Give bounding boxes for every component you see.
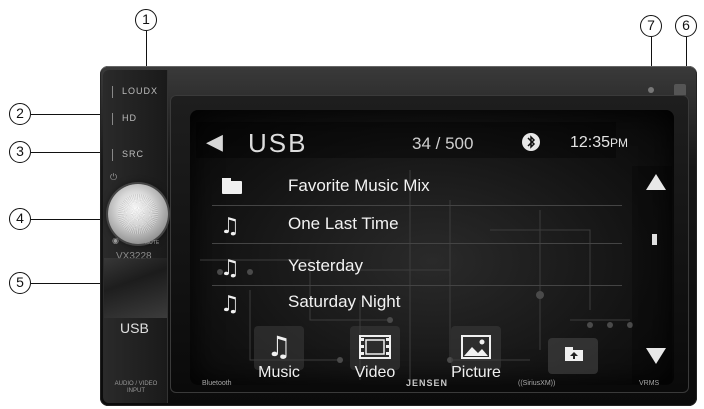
track-counter: 34 / 500 (412, 134, 474, 153)
loudness-button[interactable]: LOUDX (108, 78, 160, 108)
source-title: USB (248, 128, 308, 158)
list-item-label: Saturday Night (288, 292, 401, 311)
bluetooth-logo: Bluetooth (202, 380, 232, 387)
hd-button[interactable]: HD (108, 105, 160, 135)
mute-label: MUTE (145, 240, 160, 246)
list-item[interactable]: ♫ One Last Time (212, 206, 622, 244)
home-folder-icon (565, 347, 583, 361)
knob-dot-icon: ◉ (112, 236, 119, 245)
film-icon (359, 335, 391, 359)
back-arrow-icon[interactable]: ◀ (206, 130, 223, 155)
scroll-down-icon[interactable] (646, 348, 666, 364)
siriusxm-logo: ((SiriusXM)) (518, 380, 556, 387)
bluetooth-icon (522, 133, 540, 151)
callout-3: 3 (9, 141, 31, 163)
scroll-up-icon[interactable] (646, 174, 666, 190)
list-item[interactable]: ♫ Yesterday (212, 248, 622, 286)
tab-video[interactable]: Video (338, 326, 412, 384)
tab-label: Music (258, 364, 300, 381)
clock-time: 12:35 (570, 134, 611, 151)
disc-slot-panel (104, 258, 167, 318)
av-input-label: AUDIO / VIDEO INPUT (114, 381, 158, 394)
clock-ampm: PM (610, 136, 629, 150)
tab-label: Video (354, 364, 396, 381)
callout-5: 5 (9, 272, 31, 294)
picture-icon (461, 335, 491, 359)
list-item-label: Favorite Music Mix (288, 176, 430, 195)
scroll-thumb[interactable] (652, 234, 657, 245)
list-item-label: Yesterday (288, 256, 363, 275)
callout-1: 1 (135, 9, 157, 31)
music-note-icon: ♫ (220, 214, 240, 239)
list-item[interactable]: Favorite Music Mix (212, 168, 622, 206)
callout-7: 7 (640, 15, 662, 37)
music-note-icon: ♫ (266, 330, 292, 363)
tab-label: Picture (451, 364, 501, 381)
music-note-icon: ♫ (220, 256, 240, 281)
jensen-logo: JENSEN (406, 378, 449, 388)
callout-2: 2 (9, 103, 31, 125)
folder-icon (222, 178, 242, 194)
callout-4: 4 (9, 208, 31, 230)
power-icon: ⏻ (110, 172, 118, 182)
ir-sensor (648, 87, 654, 93)
music-note-icon: ♫ (220, 292, 240, 317)
source-button[interactable]: SRC (108, 141, 160, 171)
list-item-label: One Last Time (288, 214, 399, 233)
touch-screen: ◀ USB 34 / 500 12:35PM Favorite Music Mi… (190, 110, 674, 385)
usb-port-label: USB (120, 320, 149, 336)
tab-music[interactable]: ♫ Music (242, 326, 316, 384)
vrms-logo: VRMS (639, 380, 660, 387)
volume-knob[interactable] (108, 184, 168, 244)
tab-picture[interactable]: Picture (439, 326, 513, 384)
list-item[interactable]: ♫ Saturday Night (212, 284, 622, 322)
callout-6: 6 (675, 15, 697, 37)
clock: 12:35PM (570, 134, 628, 152)
